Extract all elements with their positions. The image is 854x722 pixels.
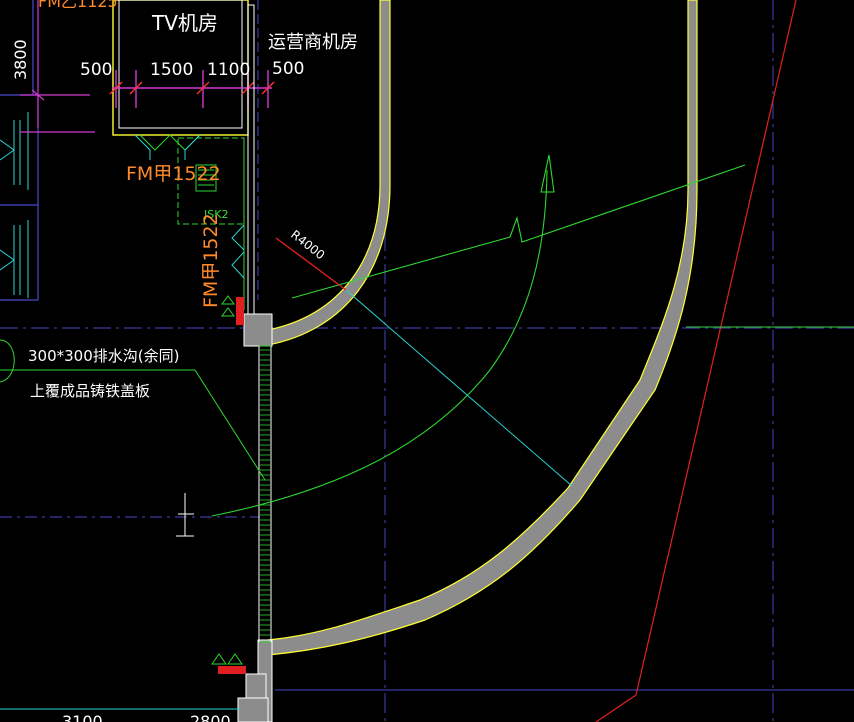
dimension-2800-partial: 2800: [190, 712, 231, 722]
tv-room-label: TV机房: [151, 11, 218, 35]
dimension-1500: 1500: [150, 60, 193, 80]
door-label-partial: FM乙1125: [38, 0, 118, 11]
wall-stub: [247, 4, 255, 316]
drainage-ditch: [258, 345, 272, 643]
radius-label: R4000: [288, 227, 327, 262]
dimension-3100-partial: 3100: [62, 712, 103, 722]
door-swings-cyan: [134, 134, 245, 279]
operator-room-label: 运营商机房: [268, 32, 358, 53]
floor-plan-drawing: TV机房 500 1500 1100 500 运营商机房 3800 FM乙112…: [0, 0, 854, 722]
dimension-500-right: 500: [272, 59, 304, 79]
fire-door-label-vertical: FM甲1522: [200, 213, 222, 308]
red-marks: [218, 297, 246, 674]
door-area-green: [139, 134, 245, 310]
drain-label: 300*300排水沟(余同): [28, 347, 179, 365]
cad-drawing-canvas[interactable]: TV机房 500 1500 1100 500 运营商机房 3800 FM乙112…: [0, 0, 854, 722]
dimension-500-left: 500: [80, 60, 112, 80]
dimension-3800: 3800: [11, 39, 30, 80]
radius-indicator: R4000: [275, 227, 573, 487]
fire-door-label-top: FM甲1522: [126, 163, 221, 185]
hydrant-symbols: [211, 295, 243, 665]
cover-label: 上覆成品铸铁盖板: [30, 382, 150, 400]
elevation-marker: [176, 493, 194, 537]
dimension-1100: 1100: [207, 60, 250, 80]
